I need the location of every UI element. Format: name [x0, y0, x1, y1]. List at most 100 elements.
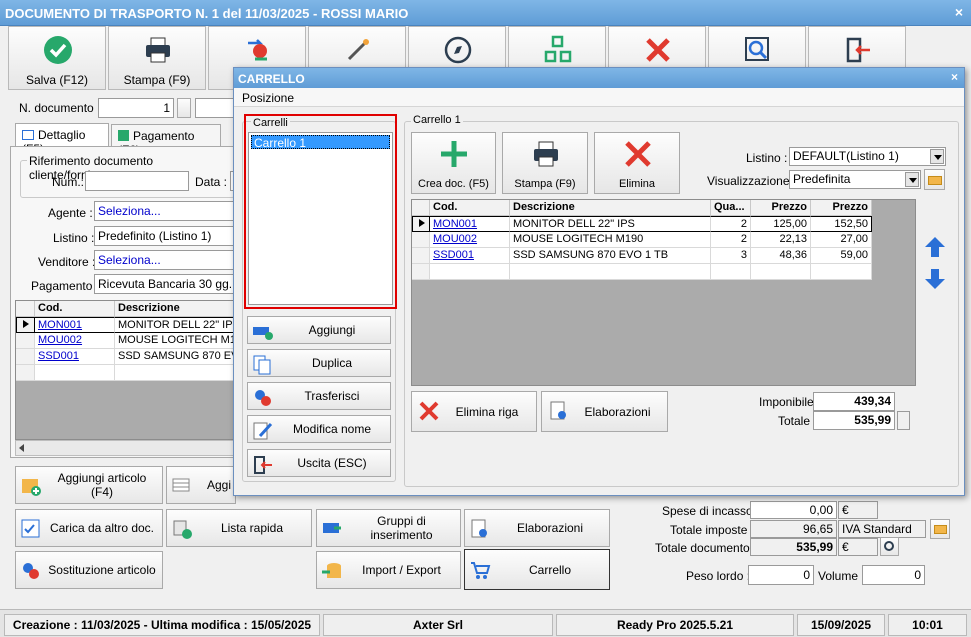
zoom-button[interactable] — [880, 537, 899, 556]
table-row-cod[interactable]: MON001 — [430, 216, 510, 232]
table-row-qty[interactable]: 2 — [711, 216, 751, 232]
table-row-cod[interactable]: SSD001 — [430, 248, 510, 264]
table-row-desc[interactable]: MONITOR DELL 22" IPS — [115, 317, 236, 333]
carts-list[interactable]: Carrello 1 — [248, 132, 393, 305]
table-row-price1[interactable]: 22,13 — [751, 232, 811, 248]
replace-icon — [23, 563, 39, 579]
delete-row-button[interactable]: Elimina riga — [411, 391, 537, 432]
add-article-button[interactable]: Aggiungi articolo (F4) — [15, 466, 163, 504]
row-indicator-icon — [16, 317, 35, 333]
cart-print-button[interactable]: Stampa (F9) — [502, 132, 588, 194]
save-button[interactable]: Salva (F12) — [8, 26, 106, 90]
table-row-cod[interactable]: SSD001 — [35, 349, 115, 365]
table-row-price1[interactable]: 48,36 — [751, 248, 811, 264]
cart-dialog: CARRELLO × Posizione Carrelli Carrello 1… — [233, 67, 965, 496]
table-row-qty[interactable]: 3 — [711, 248, 751, 264]
table-row-qty[interactable]: 2 — [711, 232, 751, 248]
quick-list-button[interactable]: Lista rapida — [166, 509, 312, 547]
print-button[interactable]: Stampa (F9) — [108, 26, 206, 90]
totale-field: 535,99 — [813, 411, 895, 430]
cart-transfer-button[interactable]: Trasferisci — [247, 382, 391, 410]
cart-button[interactable]: Carrello — [464, 549, 610, 590]
create-doc-button[interactable]: Crea doc. (F5) — [411, 132, 496, 194]
visualizzazione-label: Visualizzazione : — [707, 174, 797, 188]
agente-field[interactable]: Seleziona... — [94, 201, 236, 221]
table-row-desc[interactable]: MONITOR DELL 22" IPS — [510, 216, 711, 232]
cart-listino-select[interactable]: DEFAULT(Listino 1) — [789, 147, 946, 166]
ref-num-field[interactable] — [85, 171, 189, 191]
table-add-icon — [172, 478, 190, 492]
table-row-desc[interactable]: SSD SAMSUNG 870 EVO — [115, 349, 236, 365]
cart-exit-button[interactable]: Uscita (ESC) — [247, 449, 391, 477]
cart-col-desc[interactable]: Descrizione — [510, 200, 711, 216]
load-from-doc-button[interactable]: Carica da altro doc. — [15, 509, 163, 547]
volume-label: Volume : — [818, 569, 865, 583]
peso-field[interactable]: 0 — [748, 565, 814, 585]
list-item[interactable]: Carrello 1 — [251, 135, 390, 150]
table-row-price2[interactable]: 27,00 — [811, 232, 872, 248]
scroll-left-icon[interactable] — [19, 444, 24, 452]
delete-x-icon — [625, 141, 651, 167]
chevron-down-icon[interactable] — [930, 149, 944, 164]
box-add-icon — [22, 479, 41, 496]
cart-add-button[interactable]: Aggiungi — [247, 316, 391, 344]
volume-field[interactable]: 0 — [862, 565, 925, 585]
horizontal-scrollbar[interactable] — [15, 440, 237, 456]
cart-elaborations-button[interactable]: Elaborazioni — [541, 391, 668, 432]
table-row-cod[interactable]: MON001 — [35, 317, 115, 333]
tab-dettaglio[interactable]: Dettaglio (F5) — [15, 123, 109, 156]
totale-label: Totale — [778, 414, 811, 428]
doc-number-spin[interactable] — [177, 98, 191, 118]
cart-col-price1[interactable]: Prezzo — [751, 200, 811, 216]
table-row-price2[interactable]: 152,50 — [811, 216, 872, 232]
move-up-icon[interactable] — [923, 235, 947, 259]
dialog-title: CARRELLO — [238, 72, 305, 86]
col-header-cod[interactable]: Cod. — [35, 301, 115, 317]
cart-duplicate-button[interactable]: Duplica — [247, 349, 391, 377]
doc-series-field[interactable] — [195, 98, 235, 118]
spese-field[interactable]: 0,00 — [750, 501, 837, 519]
col-header-desc[interactable]: Descrizione — [115, 301, 236, 317]
insert-groups-button[interactable]: Gruppi di inserimento — [316, 509, 461, 547]
cart-col-price2[interactable]: Prezzo — [811, 200, 872, 216]
venditore-field[interactable]: Seleziona... — [94, 250, 236, 270]
cart-delete-button[interactable]: Elimina — [594, 132, 680, 194]
cart-col-qty[interactable]: Qua... — [711, 200, 751, 216]
table-row-price2[interactable]: 59,00 — [811, 248, 872, 264]
import-export-button[interactable]: Import / Export — [316, 551, 461, 589]
cart-rename-button[interactable]: Modifica nome — [247, 415, 391, 443]
dialog-close-icon[interactable]: × — [951, 70, 958, 84]
visualizzazione-select[interactable]: Predefinita — [789, 170, 921, 189]
window-close-icon[interactable]: × — [955, 4, 963, 20]
table-row-desc[interactable]: MOUSE LOGITECH M190 — [510, 232, 711, 248]
status-version: Ready Pro 2025.5.21 — [556, 614, 794, 636]
doc-number-field[interactable]: 1 — [98, 98, 174, 118]
menu-posizione[interactable]: Posizione — [242, 91, 294, 105]
plus-icon — [441, 141, 467, 167]
status-date: 15/09/2025 — [797, 614, 885, 636]
groups-icon — [323, 523, 341, 533]
move-down-icon[interactable] — [923, 267, 947, 291]
imponibile-field: 439,34 — [813, 392, 895, 411]
chevron-down-icon[interactable] — [905, 172, 919, 187]
quick-list-icon — [173, 520, 192, 539]
elaborations-button[interactable]: Elaborazioni — [464, 509, 610, 547]
table-row-price1[interactable]: 125,00 — [751, 216, 811, 232]
table-row-desc[interactable]: MOUSE LOGITECH M190 — [115, 333, 236, 349]
cart-col-cod[interactable]: Cod. — [430, 200, 510, 216]
table-row-desc[interactable]: SSD SAMSUNG 870 EVO 1 TB — [510, 248, 711, 264]
pagamento-field[interactable]: Ricevuta Bancaria 30 gg. D.F. — [94, 274, 236, 294]
add-button-2[interactable]: Aggi — [166, 466, 236, 504]
status-dates: Creazione : 11/03/2025 - Ultima modifica… — [4, 614, 320, 636]
listino-field[interactable]: Predefinito (Listino 1) — [94, 226, 236, 246]
table-row-cod[interactable]: MOU002 — [430, 232, 510, 248]
listino-label: Listino : — [53, 231, 95, 245]
table-row-cod[interactable]: MOU002 — [35, 333, 115, 349]
cart-folder-button[interactable] — [924, 169, 945, 190]
imposte-label: Totale imposte : — [670, 523, 755, 537]
replace-article-button[interactable]: Sostituzione articolo — [15, 551, 163, 589]
folder-button[interactable] — [930, 519, 950, 539]
tab-pagamento[interactable]: Pagamento (F6) — [111, 124, 221, 157]
preview-search-icon — [745, 37, 769, 61]
delete-x-icon — [419, 401, 439, 421]
